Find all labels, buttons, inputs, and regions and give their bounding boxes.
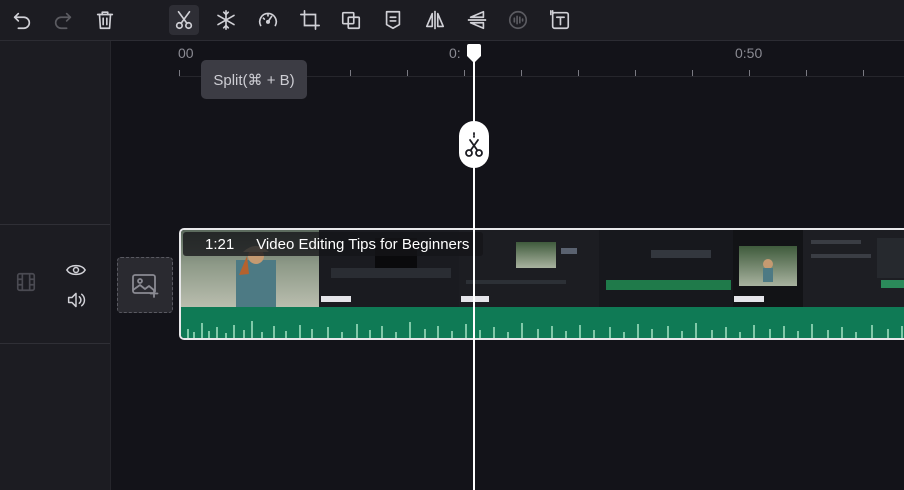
video-clip[interactable]: 1:21 Video Editing Tips for Beginners [179, 228, 904, 340]
scissors-icon [465, 131, 483, 157]
clip-label: 1:21 Video Editing Tips for Beginners [183, 232, 484, 256]
video-track-icon [14, 270, 38, 294]
audio-off-icon [508, 10, 528, 30]
flip-vertical-button[interactable] [462, 5, 492, 35]
ruler-label: 0:50 [735, 45, 763, 61]
eye-icon[interactable] [64, 259, 88, 281]
add-image-icon [132, 274, 159, 298]
text-button[interactable] [545, 5, 575, 35]
timeline[interactable]: 00 0: 0:50 Split(⌘ + B) 1:21 Video Editi… [111, 41, 904, 490]
text-icon [550, 10, 570, 30]
freeze-button[interactable] [211, 5, 241, 35]
playhead-handle[interactable] [467, 44, 481, 63]
clip-duration: 1:21 [205, 235, 235, 253]
ruler-label: 00 [178, 45, 194, 61]
replace-button[interactable] [336, 5, 366, 35]
redo-button[interactable] [48, 5, 78, 35]
undo-button[interactable] [7, 5, 37, 35]
redo-icon [54, 12, 72, 30]
freeze-icon [217, 10, 235, 30]
ruler-label: 0: [449, 45, 461, 61]
marker-icon [385, 10, 401, 30]
split-tooltip: Split(⌘ + B) [201, 60, 307, 99]
flip-vertical-icon [467, 10, 487, 30]
volume-icon[interactable] [64, 289, 88, 311]
replace-icon [341, 11, 361, 30]
crop-button[interactable] [295, 5, 325, 35]
clip-title: Video Editing Tips for Beginners [256, 235, 470, 253]
audio-waveform [181, 307, 904, 338]
track-divider [0, 224, 110, 225]
toolbar [0, 0, 904, 41]
split-icon [175, 10, 193, 30]
flip-horizontal-button[interactable] [420, 5, 450, 35]
track-header-panel [0, 41, 111, 490]
add-media-button[interactable] [117, 257, 173, 313]
undo-icon [13, 12, 31, 30]
delete-button[interactable] [90, 5, 120, 35]
speed-icon [258, 12, 278, 27]
split-button[interactable] [169, 5, 199, 35]
playhead-line[interactable] [473, 53, 475, 490]
split-handle[interactable] [459, 121, 489, 168]
flip-horizontal-icon [425, 10, 445, 30]
marker-button[interactable] [378, 5, 408, 35]
speed-button[interactable] [253, 5, 283, 35]
delete-icon [96, 11, 114, 30]
track-divider [0, 343, 110, 344]
crop-icon [300, 10, 320, 30]
audio-off-button[interactable] [503, 5, 533, 35]
